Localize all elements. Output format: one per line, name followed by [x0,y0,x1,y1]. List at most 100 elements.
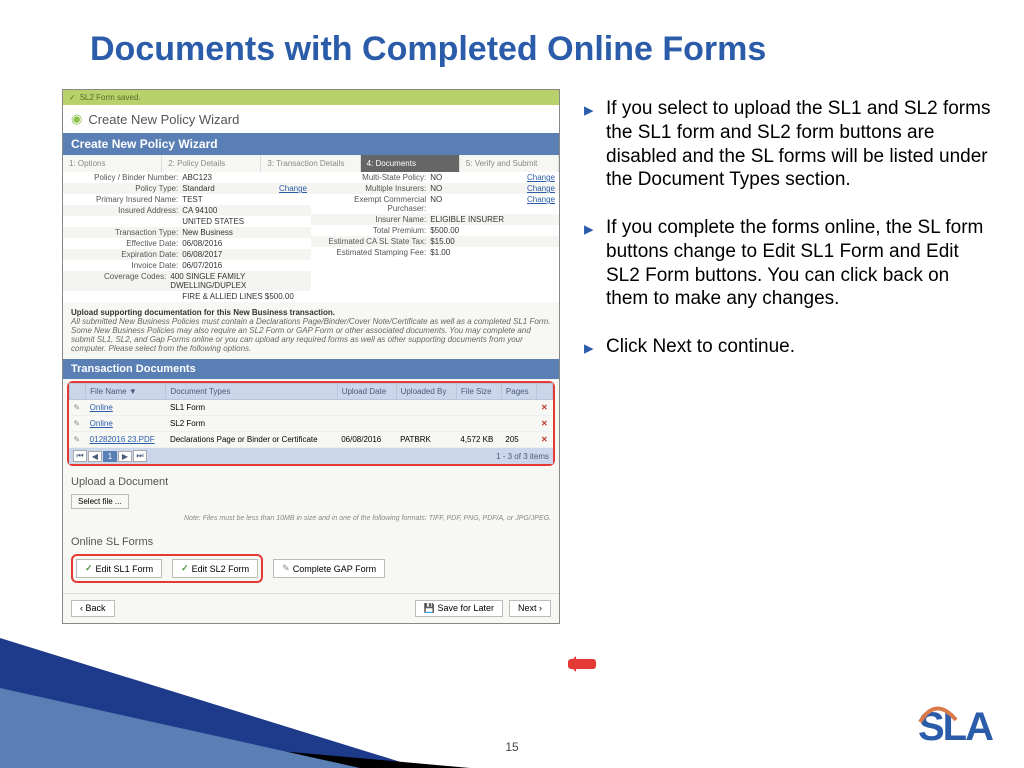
table-header[interactable]: Pages [501,384,536,400]
detail-label: Effective Date: [67,239,182,248]
next-button[interactable]: Next › [509,600,551,617]
detail-value: NO [430,173,442,182]
table-header[interactable]: File Name ▼ [86,384,166,400]
transaction-documents-bar: Transaction Documents [63,359,559,379]
edit-sl2-button[interactable]: ✓Edit SL2 Form [172,559,258,578]
highlight-table: File Name ▼Document TypesUpload DateUplo… [67,381,555,466]
table-header[interactable] [536,384,552,400]
wizard-title-bar: Create New Policy Wizard [63,133,559,155]
slide-title: Documents with Completed Online Forms [0,0,1024,69]
pager-first-icon[interactable]: ⏮ [73,450,87,462]
file-link[interactable]: Online [90,403,113,412]
detail-row: Policy Type:StandardChange [63,183,311,194]
change-link[interactable]: Change [527,184,555,193]
detail-row: Primary Insured Name:TEST [63,194,311,205]
change-link[interactable]: Change [527,173,555,182]
detail-label: Insured Address: [67,206,182,215]
step-options[interactable]: 1: Options [63,155,162,172]
step-documents[interactable]: 4: Documents [361,155,460,172]
pager-prev-icon[interactable]: ◀ [88,451,102,462]
detail-value: FIRE & ALLIED LINES $500.00 [182,292,294,301]
detail-label: Invoice Date: [67,261,182,270]
detail-row: Transaction Type:New Business [63,227,311,238]
formats-note: Note: Files must be less than 10MB in si… [63,513,559,528]
detail-label: Coverage Codes: [67,272,170,290]
detail-label [67,292,182,301]
detail-label: Expiration Date: [67,250,182,259]
edit-icon[interactable]: ✎ [74,435,81,444]
online-sl-forms-heading: Online SL Forms [63,528,559,550]
change-link[interactable]: Change [279,184,307,193]
delete-icon[interactable]: ✕ [536,432,552,448]
edit-sl1-button[interactable]: ✓Edit SL1 Form [76,559,162,578]
detail-value: Standard [182,184,214,193]
save-for-later-button[interactable]: 💾 Save for Later [415,600,503,617]
detail-value: CA 94100 [182,206,217,215]
upload-note-text: All submitted New Business Policies must… [71,317,550,353]
file-link[interactable]: 01282016 23.PDF [90,435,155,444]
delete-icon[interactable]: ✕ [536,400,552,416]
detail-row: Estimated Stamping Fee:$1.00 [311,247,559,258]
highlight-sl-buttons: ✓Edit SL1 Form ✓Edit SL2 Form [71,554,263,583]
pager-page-1[interactable]: 1 [103,451,117,462]
detail-value: NO [430,195,442,213]
pager-next-icon[interactable]: ▶ [118,451,132,462]
pager-status: 1 - 3 of 3 items [496,452,549,461]
detail-value: 400 SINGLE FAMILY DWELLING/DUPLEX [170,272,307,290]
check-icon: ✓ [69,93,76,102]
details-left: Policy / Binder Number:ABC123Policy Type… [63,172,311,302]
page-number: 15 [505,740,518,754]
detail-row: Insured Address:CA 94100 [63,205,311,216]
delete-icon[interactable]: ✕ [536,416,552,432]
back-button[interactable]: ‹ Back [71,600,115,617]
documents-table: File Name ▼Document TypesUpload DateUplo… [69,383,553,448]
detail-value: UNITED STATES [182,217,244,226]
step-policy-details[interactable]: 2: Policy Details [162,155,261,172]
table-header[interactable]: Document Types [166,384,337,400]
table-header[interactable] [70,384,86,400]
detail-value: ABC123 [182,173,212,182]
doc-type: SL2 Form [166,416,337,432]
detail-row: Estimated CA SL State Tax:$15.00 [311,236,559,247]
detail-label: Total Premium: [315,226,430,235]
detail-value: 06/08/2016 [182,239,222,248]
file-link[interactable]: Online [90,419,113,428]
table-header[interactable]: File Size [456,384,501,400]
detail-label: Estimated CA SL State Tax: [315,237,430,246]
change-link[interactable]: Change [527,195,555,213]
table-header[interactable]: Upload Date [337,384,396,400]
detail-row: Total Premium:$500.00 [311,225,559,236]
red-arrow-annotation [568,659,596,669]
check-icon: ✓ [85,563,93,574]
table-header[interactable]: Uploaded By [396,384,456,400]
table-pager[interactable]: ⏮ ◀ 1 ▶ ⏭ 1 - 3 of 3 items [69,448,553,464]
detail-label: Multi-State Policy: [315,173,430,182]
table-row: ✎OnlineSL1 Form✕ [70,400,553,416]
detail-value: 06/07/2016 [182,261,222,270]
doc-type: Declarations Page or Binder or Certifica… [166,432,337,448]
step-transaction-details[interactable]: 3: Transaction Details [261,155,360,172]
detail-row: Coverage Codes:400 SINGLE FAMILY DWELLIN… [63,271,311,291]
detail-label: Insurer Name: [315,215,430,224]
detail-row: FIRE & ALLIED LINES $500.00 [63,291,311,302]
detail-value: $15.00 [430,237,454,246]
select-file-button[interactable]: Select file ... [71,494,129,509]
edit-icon[interactable]: ✎ [74,419,81,428]
pager-last-icon[interactable]: ⏭ [133,450,147,462]
detail-value: $1.00 [430,248,450,257]
detail-value: 06/08/2017 [182,250,222,259]
detail-label: Multiple Insurers: [315,184,430,193]
detail-row: Exempt Commercial Purchaser:NO Change [311,194,559,214]
detail-label: Transaction Type: [67,228,182,237]
detail-value: TEST [182,195,202,204]
detail-label: Policy / Binder Number: [67,173,182,182]
step-verify: 5: Verify and Submit [460,155,559,172]
complete-gap-button[interactable]: ✎Complete GAP Form [273,559,385,578]
detail-row: Multiple Insurers:NOChange [311,183,559,194]
wizard-header: ◉Create New Policy Wizard [63,105,559,133]
wizard-steps: 1: Options 2: Policy Details 3: Transact… [63,155,559,172]
edit-icon[interactable]: ✎ [74,403,81,412]
app-screenshot: ✓SL2 Form saved. ◉Create New Policy Wiza… [62,89,560,624]
decorative-triangle [0,688,360,768]
detail-label: Exempt Commercial Purchaser: [315,195,430,213]
